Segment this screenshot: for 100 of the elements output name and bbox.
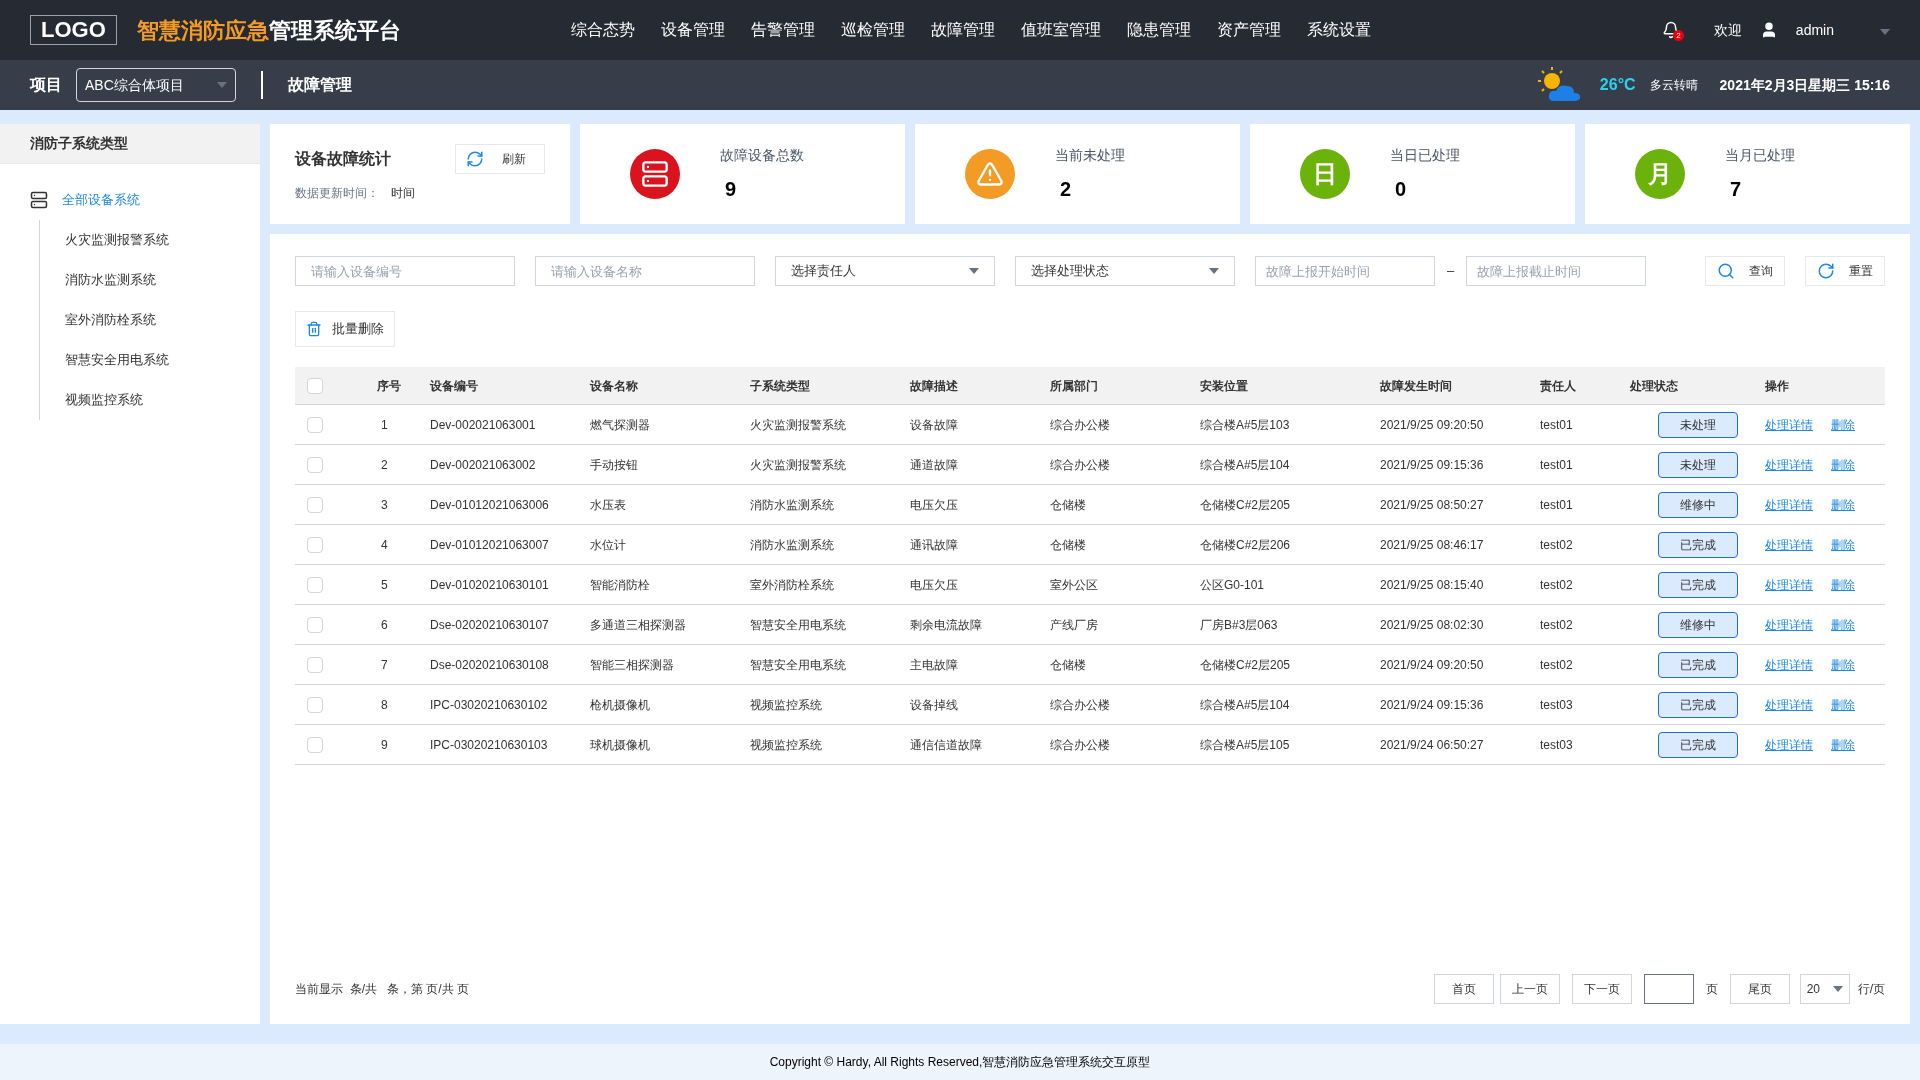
table-cell-text: 消防水监测系统	[750, 536, 834, 554]
delete-link[interactable]: 删除	[1831, 535, 1855, 554]
details-link[interactable]: 处理详情	[1765, 455, 1813, 474]
column-header: 设备名称	[590, 377, 638, 395]
delete-link[interactable]: 删除	[1831, 655, 1855, 674]
table-cell-text: 产线厂房	[1050, 616, 1098, 634]
checkbox[interactable]	[307, 456, 323, 473]
details-link[interactable]: 处理详情	[1765, 695, 1813, 714]
sidebar-item[interactable]: 火灾监测报警系统	[65, 230, 169, 250]
delete-link[interactable]: 删除	[1831, 415, 1855, 434]
temperature: 26°C	[1599, 75, 1636, 95]
nav-link[interactable]: 故障管理	[920, 18, 1005, 42]
owner-select[interactable]: 选择责任人	[775, 256, 995, 286]
table-cell-text: 剩余电流故障	[910, 616, 982, 634]
delete-link[interactable]: 删除	[1831, 695, 1855, 714]
details-link[interactable]: 处理详情	[1765, 535, 1813, 554]
delete-link[interactable]: 删除	[1831, 455, 1855, 474]
reset-button[interactable]: 重置	[1805, 256, 1885, 286]
details-link[interactable]: 处理详情	[1765, 495, 1813, 514]
status-tag: 维修中	[1657, 491, 1738, 518]
device-code-field[interactable]: 请输入设备编号	[295, 256, 515, 286]
per-page-label: 行/页	[1857, 981, 1885, 998]
checkbox[interactable]	[307, 536, 323, 553]
table-cell-text: IPC-03020210630103	[430, 736, 548, 754]
first-page-button[interactable]: 首页	[1433, 974, 1494, 1004]
checkbox[interactable]	[307, 576, 323, 593]
nav-link[interactable]: 值班室管理	[1010, 18, 1111, 42]
sidebar-item[interactable]: 全部设备系统	[62, 190, 140, 210]
checkbox[interactable]	[307, 416, 323, 433]
checkbox[interactable]	[307, 616, 323, 633]
start-time-field[interactable]: 故障上报开始时间	[1255, 256, 1435, 286]
page-number-field[interactable]	[1643, 974, 1694, 1004]
nav-link[interactable]: 系统设置	[1296, 18, 1381, 42]
table-cell-text: 8	[380, 696, 388, 714]
checkbox[interactable]	[307, 656, 323, 673]
status-tag: 已完成	[1657, 651, 1738, 678]
stat-value: 0	[1394, 176, 1408, 202]
stat-label: 当前未处理	[1055, 145, 1125, 165]
delete-link[interactable]: 删除	[1831, 735, 1855, 754]
table-cell-text: 多通道三相探测器	[590, 616, 686, 634]
status-tag: 已完成	[1657, 571, 1738, 598]
details-link[interactable]: 处理详情	[1765, 655, 1813, 674]
status-tag: 维修中	[1657, 611, 1738, 638]
project-select[interactable]: ABC综合体项目	[76, 68, 236, 102]
nav-link[interactable]: 巡检管理	[830, 18, 915, 42]
table-cell-text: 设备故障	[910, 416, 958, 434]
username[interactable]: admin	[1795, 19, 1834, 41]
table-cell-text: 2021/9/25 08:46:17	[1380, 536, 1484, 554]
sidebar-item[interactable]: 室外消防栓系统	[65, 310, 156, 330]
table-cell-text: Dse-02020210630108	[430, 656, 549, 674]
nav-link[interactable]: 告警管理	[740, 18, 825, 42]
welcome-text: 欢迎	[1713, 20, 1742, 40]
weather-text: 多云转晴	[1649, 77, 1698, 94]
delete-link[interactable]: 删除	[1831, 615, 1855, 634]
table-cell-text: 智能消防栓	[590, 576, 650, 594]
checkbox[interactable]	[307, 377, 323, 394]
last-page-button[interactable]: 尾页	[1729, 974, 1790, 1004]
search-icon	[1717, 262, 1735, 280]
table-cell-text: 综合办公楼	[1050, 456, 1110, 474]
end-time-field[interactable]: 故障上报截止时间	[1466, 256, 1647, 286]
delete-link[interactable]: 删除	[1831, 575, 1855, 594]
table-cell-text: 火灾监测报警系统	[750, 416, 846, 434]
checkbox[interactable]	[307, 696, 323, 713]
table-cell-text: 综合办公楼	[1050, 416, 1110, 434]
next-page-button[interactable]: 下一页	[1571, 974, 1632, 1004]
table-cell-text: 通讯故障	[910, 536, 958, 554]
table-cell-text: 通道故障	[910, 456, 958, 474]
delete-link[interactable]: 删除	[1831, 495, 1855, 514]
page-unit: 页	[1705, 981, 1718, 998]
table-cell-text: Dse-02020210630107	[430, 616, 549, 634]
table-cell-text: 智慧安全用电系统	[750, 616, 846, 634]
device-name-field[interactable]: 请输入设备名称	[535, 256, 755, 286]
checkbox[interactable]	[307, 736, 323, 753]
sidebar-item[interactable]: 视频监控系统	[65, 390, 143, 410]
batch-delete-button[interactable]: 批量删除	[295, 311, 395, 347]
sidebar-item[interactable]: 消防水监测系统	[65, 270, 156, 290]
nav-link[interactable]: 综合态势	[560, 18, 645, 42]
nav-link[interactable]: 设备管理	[650, 18, 735, 42]
table-cell-text: 水压表	[590, 496, 626, 514]
search-button[interactable]: 查询	[1705, 256, 1785, 286]
details-link[interactable]: 处理详情	[1765, 575, 1813, 594]
refresh-button[interactable]: 刷新	[455, 144, 545, 174]
column-header: 操作	[1765, 377, 1789, 395]
status-select[interactable]: 选择处理状态	[1015, 256, 1235, 286]
project-label: 项目	[30, 75, 62, 95]
nav-link[interactable]: 资产管理	[1206, 18, 1291, 42]
sidebar-item[interactable]: 智慧安全用电系统	[65, 350, 169, 370]
checkbox[interactable]	[307, 496, 323, 513]
details-link[interactable]: 处理详情	[1765, 415, 1813, 434]
details-link[interactable]: 处理详情	[1765, 735, 1813, 754]
table-cell-text: Dev-01020210630101	[430, 576, 549, 594]
table-cell-text: 室外公区	[1050, 576, 1098, 594]
details-link[interactable]: 处理详情	[1765, 615, 1813, 634]
column-header: 序号	[376, 377, 401, 395]
prev-page-button[interactable]: 上一页	[1499, 974, 1560, 1004]
page-size-select[interactable]: 20	[1799, 974, 1850, 1004]
table-cell-text: 电压欠压	[910, 576, 958, 594]
nav-link[interactable]: 隐患管理	[1116, 18, 1201, 42]
table-cell-text: 仓储楼C#2层205	[1200, 496, 1291, 514]
table-cell-text: 2	[380, 456, 388, 474]
